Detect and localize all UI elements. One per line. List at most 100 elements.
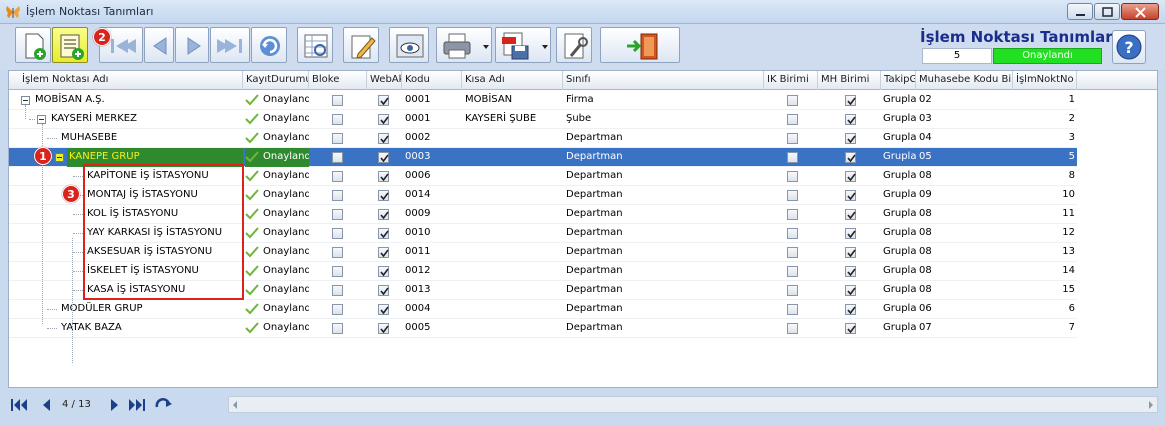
- scroll-left-icon[interactable]: [233, 401, 237, 409]
- ik-checkbox[interactable]: [787, 133, 798, 144]
- bloke-checkbox[interactable]: [332, 266, 343, 277]
- add-child-button[interactable]: [52, 27, 88, 63]
- web-checkbox[interactable]: [378, 190, 389, 201]
- bloke-checkbox[interactable]: [332, 95, 343, 106]
- next-record-button[interactable]: [175, 27, 209, 63]
- last-record-button[interactable]: [210, 27, 250, 63]
- column-header-muhasebe-kodu[interactable]: Muhasebe Kodu Bile: [916, 71, 1013, 90]
- bloke-checkbox[interactable]: [332, 304, 343, 315]
- web-checkbox[interactable]: [378, 285, 389, 296]
- table-row[interactable]: MUHASEBE Onaylandı 0002 Departman Grupla 04 3: [9, 129, 1077, 148]
- edit-button[interactable]: [343, 27, 379, 63]
- preview-button[interactable]: [389, 27, 429, 63]
- bloke-checkbox[interactable]: [332, 247, 343, 258]
- refresh-page-icon[interactable]: [154, 397, 172, 413]
- column-header-web[interactable]: WebAk: [367, 71, 402, 90]
- column-header-name[interactable]: İşlem Noktası Adı: [19, 71, 243, 90]
- column-header-takip[interactable]: TakipG: [881, 71, 916, 90]
- web-checkbox[interactable]: [378, 228, 389, 239]
- column-chooser-button[interactable]: [297, 27, 333, 63]
- bloke-checkbox[interactable]: [332, 171, 343, 182]
- last-page-icon[interactable]: [128, 397, 146, 413]
- table-row[interactable]: MODÜLER GRUP Onaylandı 0004 Departman Grupla…: [9, 300, 1077, 319]
- column-header-status[interactable]: KayıtDurumu: [243, 71, 309, 90]
- ik-checkbox[interactable]: [787, 304, 798, 315]
- horizontal-scrollbar[interactable]: [228, 396, 1158, 413]
- refresh-button[interactable]: [251, 27, 287, 63]
- bloke-checkbox[interactable]: [332, 209, 343, 220]
- bloke-checkbox[interactable]: [332, 285, 343, 296]
- collapse-toggle-icon[interactable]: [37, 115, 46, 124]
- mh-checkbox[interactable]: [845, 285, 856, 296]
- mh-checkbox[interactable]: [845, 152, 856, 163]
- previous-page-icon[interactable]: [38, 397, 56, 413]
- web-checkbox[interactable]: [378, 266, 389, 277]
- first-page-icon[interactable]: [10, 397, 28, 413]
- web-checkbox[interactable]: [378, 171, 389, 182]
- column-header-sinifi[interactable]: Sınıfı: [563, 71, 764, 90]
- collapse-toggle-icon[interactable]: [21, 96, 30, 105]
- print-button[interactable]: [436, 27, 492, 63]
- close-button[interactable]: [1121, 3, 1159, 20]
- ik-checkbox[interactable]: [787, 95, 798, 106]
- help-button[interactable]: ?: [1112, 30, 1146, 64]
- bloke-checkbox[interactable]: [332, 114, 343, 125]
- settings-button[interactable]: [556, 27, 592, 63]
- mh-checkbox[interactable]: [845, 266, 856, 277]
- minimize-button[interactable]: [1067, 3, 1093, 20]
- ik-checkbox[interactable]: [787, 323, 798, 334]
- ik-checkbox[interactable]: [787, 285, 798, 296]
- web-checkbox[interactable]: [378, 152, 389, 163]
- web-checkbox[interactable]: [378, 209, 389, 220]
- mh-checkbox[interactable]: [845, 247, 856, 258]
- ik-checkbox[interactable]: [787, 209, 798, 220]
- web-checkbox[interactable]: [378, 304, 389, 315]
- column-header-kisa-adi[interactable]: Kısa Adı: [462, 71, 563, 90]
- web-checkbox[interactable]: [378, 133, 389, 144]
- column-header-ik-birimi[interactable]: IK Birimi: [764, 71, 818, 90]
- mh-checkbox[interactable]: [845, 190, 856, 201]
- table-row[interactable]: KAYSERİ MERKEZ Onaylandı 0001 KAYSERİ ŞUBE Ş…: [9, 110, 1077, 129]
- export-button[interactable]: [495, 27, 551, 63]
- table-row[interactable]: YATAK BAZA Onaylandı 0005 Departman Grupla 07…: [9, 319, 1077, 338]
- mh-checkbox[interactable]: [845, 228, 856, 239]
- row-status-text: Onaylandı: [263, 284, 309, 295]
- ik-checkbox[interactable]: [787, 152, 798, 163]
- next-page-icon[interactable]: [105, 397, 123, 413]
- mh-checkbox[interactable]: [845, 323, 856, 334]
- scroll-right-icon[interactable]: [1149, 401, 1153, 409]
- mh-checkbox[interactable]: [845, 171, 856, 182]
- bloke-checkbox[interactable]: [332, 323, 343, 334]
- mh-checkbox[interactable]: [845, 304, 856, 315]
- mh-checkbox[interactable]: [845, 209, 856, 220]
- collapse-toggle-icon[interactable]: [55, 153, 64, 162]
- bloke-checkbox[interactable]: [332, 190, 343, 201]
- mh-checkbox[interactable]: [845, 95, 856, 106]
- bloke-checkbox[interactable]: [332, 228, 343, 239]
- web-checkbox[interactable]: [378, 114, 389, 125]
- bloke-checkbox[interactable]: [332, 133, 343, 144]
- ik-checkbox[interactable]: [787, 228, 798, 239]
- row-takip: Grupla: [883, 303, 916, 314]
- web-checkbox[interactable]: [378, 247, 389, 258]
- ik-checkbox[interactable]: [787, 247, 798, 258]
- column-header-kodu[interactable]: Kodu: [402, 71, 462, 90]
- web-checkbox[interactable]: [378, 323, 389, 334]
- new-button[interactable]: [15, 27, 51, 63]
- column-header-islem-no[interactable]: İşlmNoktNo: [1013, 71, 1077, 90]
- column-header-mh-birimi[interactable]: MH Birimi: [818, 71, 881, 90]
- maximize-button[interactable]: [1094, 3, 1120, 20]
- ik-checkbox[interactable]: [787, 114, 798, 125]
- ik-checkbox[interactable]: [787, 171, 798, 182]
- row-status-text: Onaylandı: [263, 322, 309, 333]
- column-header-bloke[interactable]: Bloke: [309, 71, 367, 90]
- ik-checkbox[interactable]: [787, 266, 798, 277]
- mh-checkbox[interactable]: [845, 114, 856, 125]
- exit-button[interactable]: [600, 27, 680, 63]
- ik-checkbox[interactable]: [787, 190, 798, 201]
- web-checkbox[interactable]: [378, 95, 389, 106]
- bloke-checkbox[interactable]: [332, 152, 343, 163]
- mh-checkbox[interactable]: [845, 133, 856, 144]
- table-row[interactable]: MOBİSAN A.Ş. Onaylandı 0001 MOBİSAN Firma Gru…: [9, 91, 1077, 110]
- previous-record-button[interactable]: [144, 27, 174, 63]
